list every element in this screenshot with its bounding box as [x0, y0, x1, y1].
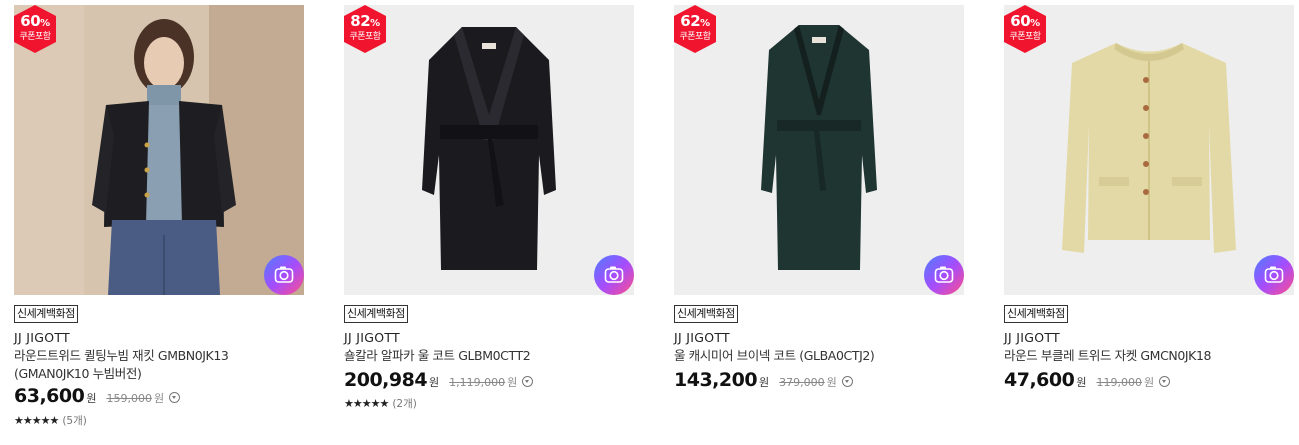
original-price-unit: 원 — [507, 376, 518, 389]
original-price: 379,000 — [779, 376, 825, 389]
brand-name[interactable]: JJ JIGOTT — [1004, 330, 1060, 345]
product-grid: 60% 쿠폰포함 신세계백화점 JJ JIGOTT 라운드트위드 퀼팅누빔 재킷… — [0, 0, 1299, 445]
discount-badge: 60% 쿠폰포함 — [1004, 5, 1046, 53]
brand-name[interactable]: JJ JIGOTT — [14, 330, 70, 345]
camera-search-button[interactable] — [924, 255, 964, 295]
rating: ★★★★★ (2개) — [344, 396, 417, 411]
price-row: 63,600 원 159,000 원 — [14, 385, 181, 411]
product-name[interactable]: 라운드 부클레 트위드 자켓 GMCN0JK18 — [1004, 347, 1282, 365]
coupon-label: 쿠폰포함 — [679, 32, 711, 42]
product-image[interactable]: 62% 쿠폰포함 — [674, 5, 964, 295]
jacket-photo — [1004, 5, 1294, 295]
original-price: 119,000 — [1096, 376, 1142, 389]
camera-icon — [274, 266, 294, 283]
product-card[interactable]: 60% 쿠폰포함 신세계백화점 JJ JIGOTT 라운드트위드 퀼팅누빔 재킷… — [14, 5, 304, 435]
product-name[interactable]: 울 캐시미어 브이넥 코트 (GLBA0CTJ2) — [674, 347, 952, 365]
info-icon[interactable] — [1159, 376, 1171, 387]
discount-percent: 82% — [350, 12, 380, 30]
product-image[interactable]: 60% 쿠폰포함 — [14, 5, 304, 295]
camera-icon — [1264, 266, 1284, 283]
sale-price: 63,600 — [14, 385, 85, 407]
coat-photo — [344, 5, 634, 295]
product-card[interactable]: 82% 쿠폰포함 신세계백화점 JJ JIGOTT 숄칼라 알파카 울 코트 G… — [344, 5, 634, 435]
info-icon[interactable] — [522, 376, 534, 387]
sale-price: 143,200 — [674, 369, 758, 391]
camera-search-button[interactable] — [1254, 255, 1294, 295]
product-card[interactable]: 60% 쿠폰포함 신세계백화점 JJ JIGOTT 라운드 부클레 트위드 자켓… — [1004, 5, 1294, 435]
review-count[interactable]: (5개) — [62, 415, 87, 427]
store-tag: 신세계백화점 — [674, 305, 738, 323]
camera-search-button[interactable] — [594, 255, 634, 295]
discount-badge: 60% 쿠폰포함 — [14, 5, 56, 53]
brand-name[interactable]: JJ JIGOTT — [344, 330, 400, 345]
original-price: 1,119,000 — [449, 376, 506, 389]
review-count[interactable]: (2개) — [392, 398, 417, 410]
store-tag: 신세계백화점 — [344, 305, 408, 323]
info-icon[interactable] — [169, 392, 181, 403]
brand-name[interactable]: JJ JIGOTT — [674, 330, 730, 345]
price-row: 200,984 원 1,119,000 원 — [344, 369, 534, 395]
coupon-label: 쿠폰포함 — [19, 32, 51, 42]
price-unit: 원 — [1076, 376, 1087, 389]
sale-price: 47,600 — [1004, 369, 1075, 391]
product-name[interactable]: 숄칼라 알파카 울 코트 GLBM0CTT2 — [344, 347, 622, 365]
price-unit: 원 — [759, 376, 770, 389]
discount-percent: 60% — [1010, 12, 1040, 30]
store-tag: 신세계백화점 — [14, 305, 78, 323]
original-price-unit: 원 — [826, 376, 837, 389]
discount-badge: 62% 쿠폰포함 — [674, 5, 716, 53]
store-tag: 신세계백화점 — [1004, 305, 1068, 323]
product-image[interactable]: 60% 쿠폰포함 — [1004, 5, 1294, 295]
product-card[interactable]: 62% 쿠폰포함 신세계백화점 JJ JIGOTT 울 캐시미어 브이넥 코트 … — [674, 5, 964, 435]
camera-icon — [604, 266, 624, 283]
sale-price: 200,984 — [344, 369, 428, 391]
coupon-label: 쿠폰포함 — [349, 32, 381, 42]
discount-percent: 60% — [20, 12, 50, 30]
price-row: 47,600 원 119,000 원 — [1004, 369, 1171, 395]
price-row: 143,200 원 379,000 원 — [674, 369, 853, 395]
info-icon[interactable] — [841, 376, 853, 387]
coupon-label: 쿠폰포함 — [1009, 32, 1041, 42]
price-unit: 원 — [429, 376, 440, 389]
original-price: 159,000 — [106, 392, 152, 405]
star-rating-icon: ★★★★★ — [14, 414, 59, 427]
camera-icon — [934, 266, 954, 283]
discount-badge: 82% 쿠폰포함 — [344, 5, 386, 53]
star-rating-icon: ★★★★★ — [344, 397, 389, 410]
original-price-unit: 원 — [153, 392, 165, 405]
price-unit: 원 — [86, 392, 97, 405]
original-price-unit: 원 — [1143, 376, 1155, 389]
product-image[interactable]: 82% 쿠폰포함 — [344, 5, 634, 295]
model-photo — [14, 5, 304, 295]
product-name[interactable]: 라운드트위드 퀼팅누빔 재킷 GMBN0JK13 (GMAN0JK10 누빔버전… — [14, 347, 292, 383]
camera-search-button[interactable] — [264, 255, 304, 295]
coat-photo — [674, 5, 964, 295]
rating: ★★★★★ (5개) — [14, 413, 87, 428]
discount-percent: 62% — [680, 12, 710, 30]
